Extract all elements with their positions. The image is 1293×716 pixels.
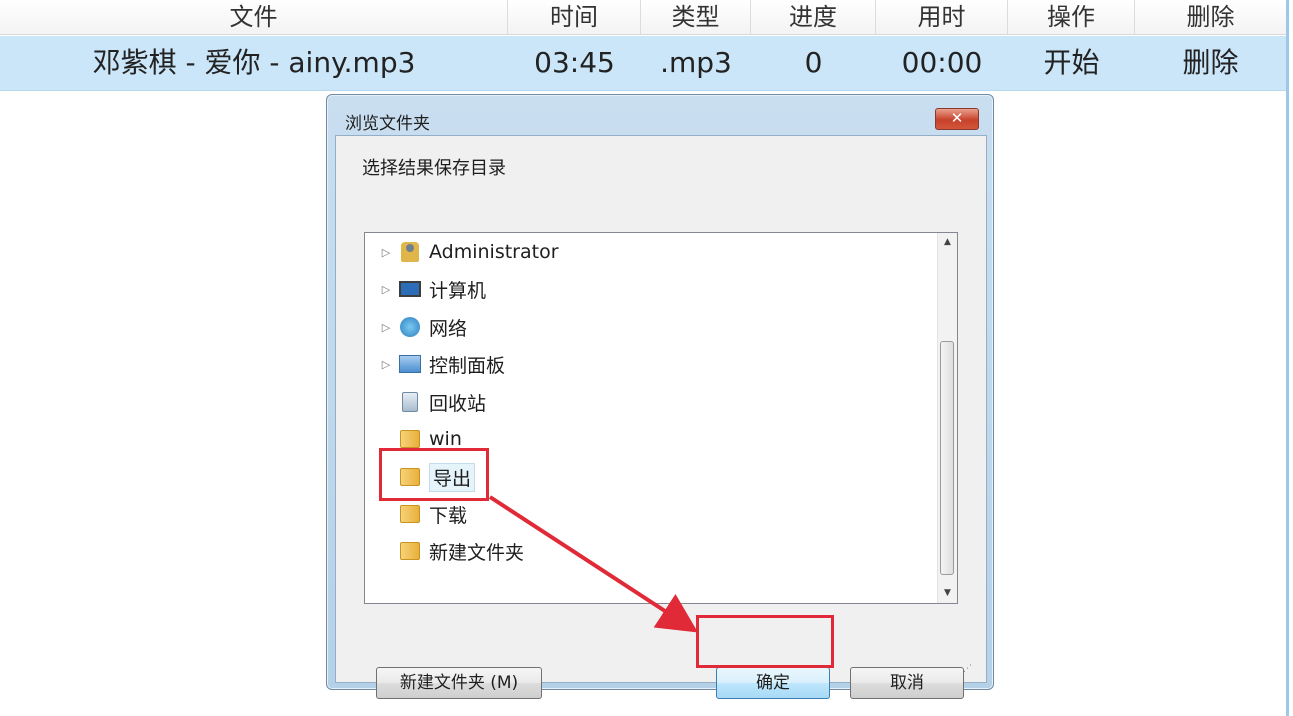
annotation-arrow-icon	[488, 495, 699, 633]
